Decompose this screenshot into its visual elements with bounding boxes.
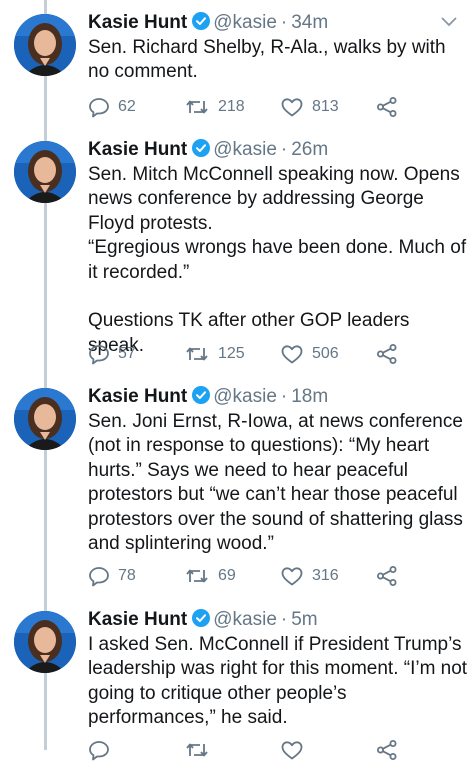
tweet-header: Kasie Hunt @kasie · 34m (88, 10, 328, 36)
verified-badge-icon (192, 12, 211, 38)
tweet-text: Sen. Richard Shelby, R-Ala., walks by wi… (88, 37, 451, 83)
separator: · (280, 139, 288, 160)
author-name[interactable]: Kasie Hunt (88, 139, 187, 160)
retweet-button[interactable]: 125 (184, 339, 245, 369)
avatar-photo (14, 14, 76, 76)
author-handle: @kasie (213, 609, 277, 630)
tweet-text: Sen. Joni Ernst, R-Iowa, at news confere… (88, 411, 469, 555)
share-button[interactable] (376, 339, 406, 369)
retweet-icon (186, 347, 208, 361)
tweet-text: Sen. Mitch McConnell speaking now. Opens… (88, 164, 467, 356)
share-button[interactable] (376, 92, 406, 122)
share-icon (377, 566, 397, 586)
author-handle: @kasie (213, 139, 277, 160)
share-icon (377, 97, 397, 117)
reply-button[interactable]: 78 (88, 561, 136, 591)
avatar[interactable] (14, 388, 76, 450)
reply-icon (89, 345, 109, 365)
reply-button[interactable]: 62 (88, 92, 136, 122)
avatar-photo (14, 388, 76, 450)
reply-icon (89, 741, 109, 761)
tweet-actions: 57 125 506 (88, 339, 468, 369)
like-icon (281, 567, 303, 586)
retweet-icon (186, 743, 208, 757)
verified-badge-icon (192, 609, 211, 635)
retweet-button[interactable]: 69 (184, 561, 236, 591)
share-icon (377, 344, 397, 364)
reply-button[interactable]: 57 (88, 339, 136, 369)
retweet-icon (186, 569, 208, 583)
verified-badge-icon (192, 139, 211, 165)
like-button[interactable]: 506 (280, 339, 339, 369)
chevron-down-icon[interactable] (440, 16, 458, 28)
reply-count: 78 (118, 567, 136, 584)
avatar-photo (14, 611, 76, 673)
reply-count: 57 (118, 345, 136, 362)
share-button[interactable] (376, 561, 406, 591)
timestamp[interactable]: 26m (291, 139, 328, 160)
retweet-icon (186, 100, 208, 114)
timestamp[interactable]: 34m (291, 12, 328, 33)
reply-count: 62 (118, 98, 136, 115)
like-button[interactable]: 316 (280, 561, 339, 591)
tweet-actions: 62 218 813 (88, 92, 468, 122)
verified-badge-icon (192, 386, 211, 412)
avatar[interactable] (14, 611, 76, 673)
like-button[interactable] (280, 735, 312, 765)
like-count: 316 (312, 567, 339, 584)
reply-icon (89, 567, 109, 587)
share-icon (377, 740, 397, 760)
reply-icon (89, 98, 109, 118)
tweet-header: Kasie Hunt @kasie · 18m (88, 384, 328, 410)
like-count: 813 (312, 98, 339, 115)
like-icon (281, 345, 303, 364)
like-icon (281, 741, 303, 760)
tweet-header: Kasie Hunt @kasie · 5m (88, 607, 318, 633)
timestamp[interactable]: 5m (291, 609, 317, 630)
author-name[interactable]: Kasie Hunt (88, 386, 187, 407)
tweet-actions: 78 69 316 (88, 561, 468, 591)
timestamp[interactable]: 18m (291, 386, 328, 407)
retweet-count: 218 (218, 98, 245, 115)
avatar-photo (14, 141, 76, 203)
separator: · (280, 386, 288, 407)
like-button[interactable]: 813 (280, 92, 339, 122)
tweet-text: I asked Sen. McConnell if President Trum… (88, 634, 473, 729)
share-button[interactable] (376, 735, 406, 765)
retweet-count: 69 (218, 567, 236, 584)
avatar[interactable] (14, 141, 76, 203)
reply-button[interactable] (88, 735, 118, 765)
separator: · (280, 12, 288, 33)
author-name[interactable]: Kasie Hunt (88, 12, 187, 33)
like-icon (281, 98, 303, 117)
separator: · (280, 609, 288, 630)
retweet-count: 125 (218, 345, 245, 362)
avatar[interactable] (14, 14, 76, 76)
like-count: 506 (312, 345, 339, 362)
author-handle: @kasie (213, 386, 277, 407)
retweet-button[interactable]: 218 (184, 92, 245, 122)
tweet-header: Kasie Hunt @kasie · 26m (88, 137, 328, 163)
retweet-button[interactable] (184, 735, 218, 765)
author-handle: @kasie (213, 12, 277, 33)
tweet-actions (88, 735, 468, 765)
author-name[interactable]: Kasie Hunt (88, 609, 187, 630)
